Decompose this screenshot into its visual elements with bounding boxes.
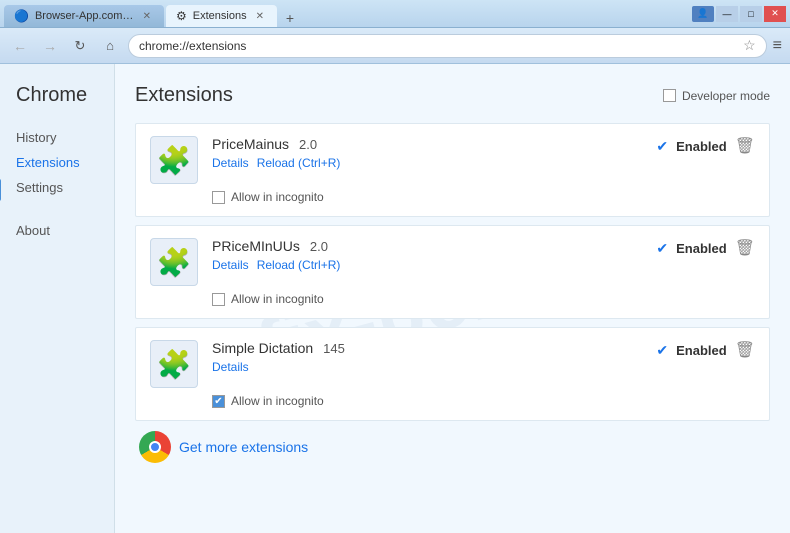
extension-item-3: 🧩 Simple Dictation 145 Details ✔ Enab — [135, 327, 770, 421]
bookmark-button[interactable]: ☆ — [743, 37, 756, 54]
ext-reload-link-1[interactable]: Reload (Ctrl+R) — [257, 156, 341, 170]
puzzle-icon-1: 🧩 — [157, 144, 192, 177]
get-more-extensions: Get more extensions — [135, 431, 770, 463]
ext-name-2: PRiceMInUUs — [212, 238, 300, 254]
delete-icon-2[interactable]: 🗑 — [735, 238, 755, 258]
active-indicator — [0, 179, 1, 201]
main-content: fix-pc.com Extensions Developer mode 🧩 — [115, 64, 790, 533]
enabled-label-2: Enabled — [676, 241, 727, 256]
back-button[interactable]: ← — [8, 34, 32, 58]
ext-links-1: Details Reload (Ctrl+R) — [212, 156, 642, 170]
sidebar-item-about[interactable]: About — [16, 218, 114, 243]
extension-item-1: 🧩 PriceMainus 2.0 Details Reload (Ctrl+R… — [135, 123, 770, 217]
tab-browser-app[interactable]: 🔵 Browser-App.com - A fre... ✕ — [4, 5, 164, 27]
ext-version-3: 145 — [323, 341, 345, 356]
ext-details-link-2[interactable]: Details — [212, 258, 249, 272]
incognito-checkbox-3[interactable]: ✔ — [212, 395, 225, 408]
minimize-button[interactable]: — — [716, 6, 738, 22]
ext-name-row-2: PRiceMInUUs 2.0 — [212, 238, 642, 254]
puzzle-icon-3: 🧩 — [157, 348, 192, 381]
ext-name-1: PriceMainus — [212, 136, 289, 152]
ext-reload-link-2[interactable]: Reload (Ctrl+R) — [257, 258, 341, 272]
window-controls: 👤 — □ ✕ — [692, 6, 786, 22]
ext-icon-3: 🧩 — [150, 340, 198, 388]
get-more-link[interactable]: Get more extensions — [179, 439, 308, 455]
ext-links-3: Details — [212, 360, 642, 374]
tab-title-1: Browser-App.com - A fre... — [35, 10, 134, 22]
ext-controls-2: ✔ Enabled 🗑 — [656, 238, 755, 258]
enabled-checkmark-1: ✔ — [656, 138, 668, 155]
title-bar: 🔵 Browser-App.com - A fre... ✕ ⚙ Extensi… — [0, 0, 790, 28]
ext-info-2: PRiceMInUUs 2.0 Details Reload (Ctrl+R) — [212, 238, 642, 272]
toolbar: ← → ↻ ⌂ chrome://extensions ☆ ≡ — [0, 28, 790, 64]
ext-links-2: Details Reload (Ctrl+R) — [212, 258, 642, 272]
sidebar: Chrome History Extensions Settings About — [0, 64, 115, 533]
ext-icon-2: 🧩 — [150, 238, 198, 286]
extension-item-2: 🧩 PRiceMInUUs 2.0 Details Reload (Ctrl+R… — [135, 225, 770, 319]
ext-version-1: 2.0 — [299, 137, 317, 152]
ext-incognito-1: Allow in incognito — [212, 190, 755, 204]
enabled-checkmark-2: ✔ — [656, 240, 668, 257]
enabled-label-1: Enabled — [676, 139, 727, 154]
ext-controls-1: ✔ Enabled 🗑 — [656, 136, 755, 156]
ext-info-3: Simple Dictation 145 Details — [212, 340, 642, 374]
incognito-checkbox-2[interactable] — [212, 293, 225, 306]
developer-mode: Developer mode — [663, 89, 770, 103]
address-bar[interactable]: chrome://extensions ☆ — [128, 34, 767, 58]
tab-title-2: Extensions — [193, 10, 247, 22]
ext-details-link-3[interactable]: Details — [212, 360, 249, 374]
home-button[interactable]: ⌂ — [98, 34, 122, 58]
tab-close-2[interactable]: ✕ — [253, 10, 267, 23]
ext-row-3: 🧩 Simple Dictation 145 Details ✔ Enab — [150, 340, 755, 388]
ext-icon-1: 🧩 — [150, 136, 198, 184]
puzzle-icon-2: 🧩 — [157, 246, 192, 279]
incognito-label-3: Allow in incognito — [231, 394, 324, 408]
tabs-area: 🔵 Browser-App.com - A fre... ✕ ⚙ Extensi… — [4, 0, 301, 27]
sidebar-item-history[interactable]: History — [16, 125, 114, 150]
developer-mode-label: Developer mode — [682, 89, 770, 103]
ext-row-2: 🧩 PRiceMInUUs 2.0 Details Reload (Ctrl+R… — [150, 238, 755, 286]
tab-extensions[interactable]: ⚙ Extensions ✕ — [166, 5, 277, 27]
menu-button[interactable]: ≡ — [773, 37, 782, 55]
sidebar-item-extensions[interactable]: Extensions — [16, 150, 114, 175]
developer-mode-checkbox[interactable] — [663, 89, 676, 102]
chrome-logo-inner — [149, 441, 161, 453]
tab-favicon-1: 🔵 — [14, 9, 29, 23]
ext-row-1: 🧩 PriceMainus 2.0 Details Reload (Ctrl+R… — [150, 136, 755, 184]
page-title: Extensions — [135, 84, 233, 107]
browser-content: Chrome History Extensions Settings About… — [0, 64, 790, 533]
incognito-label-2: Allow in incognito — [231, 292, 324, 306]
user-button[interactable]: 👤 — [692, 6, 714, 22]
ext-incognito-3: ✔ Allow in incognito — [212, 394, 755, 408]
ext-name-row-3: Simple Dictation 145 — [212, 340, 642, 356]
new-tab-button[interactable]: + — [279, 9, 301, 27]
tab-close-1[interactable]: ✕ — [140, 10, 154, 23]
enabled-checkmark-3: ✔ — [656, 342, 668, 359]
delete-icon-1[interactable]: 🗑 — [735, 136, 755, 156]
chrome-logo — [139, 431, 171, 463]
reload-button[interactable]: ↻ — [68, 34, 92, 58]
sidebar-title: Chrome — [16, 84, 114, 107]
enabled-label-3: Enabled — [676, 343, 727, 358]
ext-controls-3: ✔ Enabled 🗑 — [656, 340, 755, 360]
delete-icon-3[interactable]: 🗑 — [735, 340, 755, 360]
ext-info-1: PriceMainus 2.0 Details Reload (Ctrl+R) — [212, 136, 642, 170]
url-text: chrome://extensions — [139, 39, 743, 53]
tab-favicon-2: ⚙ — [176, 9, 187, 23]
ext-name-3: Simple Dictation — [212, 340, 313, 356]
forward-button[interactable]: → — [38, 34, 62, 58]
ext-version-2: 2.0 — [310, 239, 328, 254]
sidebar-item-settings[interactable]: Settings — [16, 175, 114, 200]
incognito-label-1: Allow in incognito — [231, 190, 324, 204]
ext-details-link-1[interactable]: Details — [212, 156, 249, 170]
ext-name-row-1: PriceMainus 2.0 — [212, 136, 642, 152]
maximize-button[interactable]: □ — [740, 6, 762, 22]
page-header: Extensions Developer mode — [135, 84, 770, 107]
ext-incognito-2: Allow in incognito — [212, 292, 755, 306]
close-button[interactable]: ✕ — [764, 6, 786, 22]
incognito-checkbox-1[interactable] — [212, 191, 225, 204]
content-inner: Extensions Developer mode 🧩 PriceMainus … — [135, 84, 770, 463]
